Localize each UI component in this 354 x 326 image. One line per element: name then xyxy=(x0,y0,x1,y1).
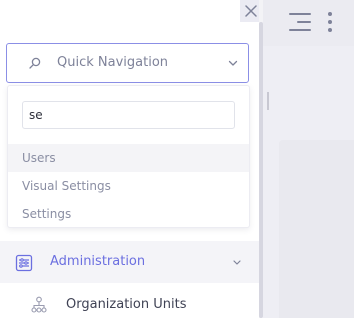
menu-item-administration[interactable]: Administration xyxy=(0,241,259,283)
search-icon xyxy=(29,57,41,69)
quick-navigation-option[interactable]: Users xyxy=(8,144,249,172)
chevron-down-icon xyxy=(233,260,241,265)
quick-navigation-search-input[interactable] xyxy=(22,101,235,129)
quick-navigation-dropdown: Users Visual Settings Settings xyxy=(7,85,250,228)
kebab-menu-icon[interactable] xyxy=(327,12,333,32)
quick-navigation-option[interactable]: Settings xyxy=(8,200,249,228)
menu-item-organization-units-label: Organization Units xyxy=(66,297,187,312)
quick-navigation-label: Quick Navigation xyxy=(57,55,169,70)
hamburger-icon[interactable] xyxy=(285,10,311,34)
main-content-backdrop xyxy=(263,0,354,318)
quick-navigation-option[interactable]: Visual Settings xyxy=(8,172,249,200)
quick-navigation-select[interactable]: Quick Navigation xyxy=(6,43,249,83)
sidebar-scrollbar[interactable] xyxy=(259,22,263,318)
header-bar xyxy=(263,0,354,46)
menu-item-organization-units[interactable]: Organization Units xyxy=(0,284,259,326)
chevron-down-icon xyxy=(228,60,238,66)
content-panel xyxy=(279,140,354,318)
administration-icon xyxy=(15,254,33,272)
organization-units-icon xyxy=(31,296,47,313)
menu-item-administration-label: Administration xyxy=(50,254,146,269)
sidebar: Quick Navigation Users Visual Settings S… xyxy=(0,0,263,318)
backdrop-divider xyxy=(267,92,269,110)
close-icon xyxy=(245,5,257,17)
